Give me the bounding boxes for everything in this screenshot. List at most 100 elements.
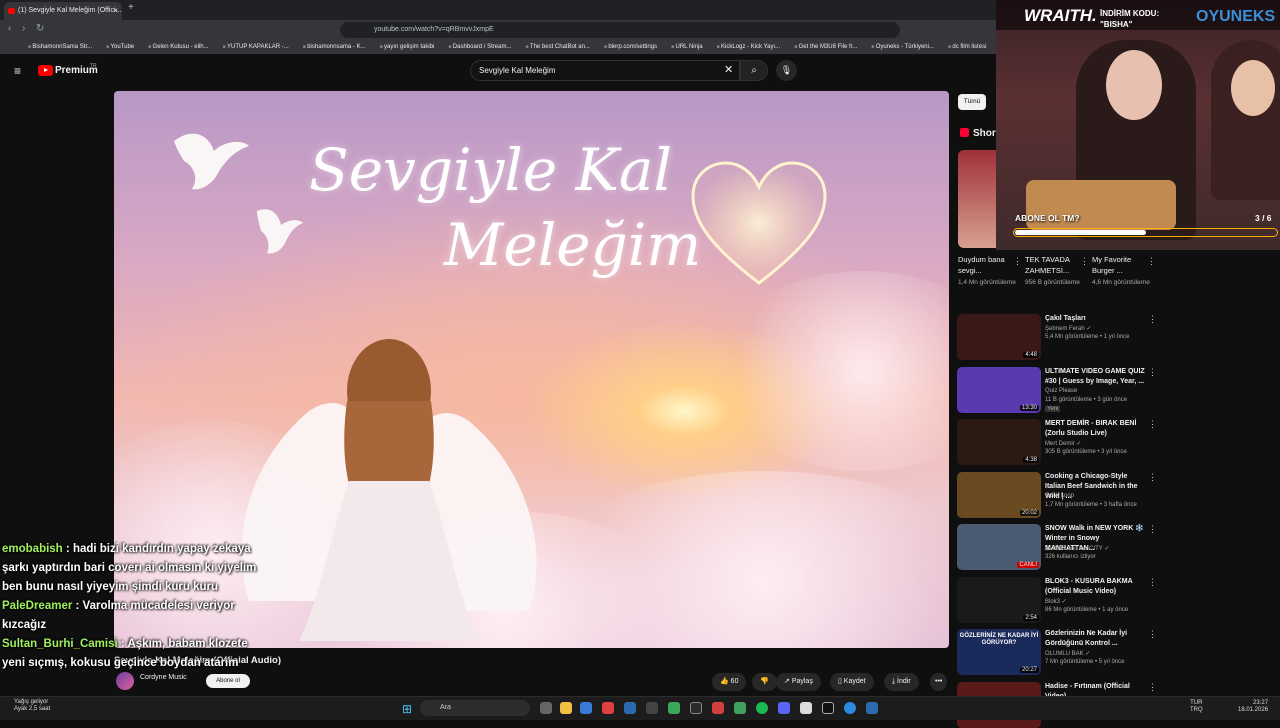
- task-view-icon[interactable]: [540, 702, 552, 714]
- bookmark-item[interactable]: blerp.com/settings: [604, 44, 657, 50]
- recommendation-item[interactable]: 13:30 ULTIMATE VIDEO GAME QUIZ #30 | Gues…: [957, 366, 1157, 413]
- steam-icon[interactable]: [866, 702, 878, 714]
- url-input[interactable]: youtube.com/watch?v=qRBmvvJxmpE: [340, 22, 900, 38]
- forward-icon[interactable]: ›: [22, 23, 25, 34]
- short-more-icon[interactable]: ⋮: [1080, 256, 1089, 267]
- recommendation-thumbnail[interactable]: 20:02: [957, 471, 1041, 518]
- recommendation-item[interactable]: CANLI SNOW Walk in NEW YORK ❄️ Winter in …: [957, 524, 1157, 570]
- bookmark-item[interactable]: yayın gelişim takibi: [380, 44, 434, 50]
- more-options-icon[interactable]: ⋮: [1148, 577, 1157, 588]
- taskbar-clock[interactable]: 23:27 18.01.2026: [1238, 700, 1268, 714]
- edge-icon[interactable]: [844, 702, 856, 714]
- more-options-icon[interactable]: ⋮: [1148, 472, 1157, 483]
- chip-all[interactable]: Tümü: [958, 94, 986, 110]
- bookmark-item[interactable]: dc film listesi: [948, 44, 986, 50]
- recommendation-channel[interactable]: Şebnem Ferah ✓: [1045, 325, 1091, 332]
- short-title[interactable]: Duydum bana sevgi...: [958, 254, 1016, 276]
- share-button[interactable]: ↗ Paylaş: [776, 673, 821, 691]
- back-icon[interactable]: ‹: [8, 23, 11, 34]
- bookmark-item[interactable]: URL Ninja: [671, 44, 703, 50]
- more-options-icon[interactable]: ⋮: [1148, 524, 1157, 535]
- app-icon[interactable]: [712, 702, 724, 714]
- recommendation-thumbnail[interactable]: CANLI: [957, 524, 1041, 570]
- recommendation-item[interactable]: GÖZLERİNİZ NE KADAR İYİ GÖRÜYOR? 20:27 Göz…: [957, 629, 1157, 675]
- recommendation-item[interactable]: 4:48 Çakıl Taşları Şebnem Ferah ✓ 5,4 Mn gö…: [957, 314, 1157, 360]
- bookmark-item[interactable]: Oyuneks - Türkiyeni...: [871, 44, 934, 50]
- recommendation-channel[interactable]: Mert Demir ✓: [1045, 440, 1081, 447]
- tab-close-icon[interactable]: ×: [113, 2, 118, 20]
- dislike-button[interactable]: 👎: [752, 673, 777, 691]
- more-actions-button[interactable]: •••: [930, 673, 948, 691]
- terminal-icon[interactable]: [646, 702, 658, 714]
- more-options-icon[interactable]: ⋮: [1148, 682, 1157, 693]
- recommendation-channel[interactable]: Blok3 ✓: [1045, 598, 1067, 605]
- bookmark-item[interactable]: KickLogz - Kick Yayı...: [717, 44, 780, 50]
- recommendation-title[interactable]: Çakıl Taşları: [1045, 314, 1149, 324]
- reload-icon[interactable]: ↻: [36, 23, 44, 34]
- recommendation-item[interactable]: 4:38 MERT DEMİR - BIRAK BENİ (Zorlu Studi…: [957, 419, 1157, 465]
- spotify-icon[interactable]: [756, 702, 768, 714]
- bookmark-item[interactable]: BishamonnSama Str...: [28, 44, 92, 50]
- subscribe-button[interactable]: Abone ol: [206, 674, 250, 688]
- bookmark-item[interactable]: bishamonnsama - K...: [303, 44, 365, 50]
- voice-search-icon[interactable]: 🎙: [776, 60, 797, 81]
- cloud-shape: [714, 271, 949, 471]
- bookmark-item[interactable]: YUTUP KAPAKLAR -...: [223, 44, 289, 50]
- taskbar-search[interactable]: Ara: [420, 700, 530, 716]
- recommendation-thumbnail[interactable]: 2:54: [957, 576, 1041, 623]
- short-more-icon[interactable]: ⋮: [1147, 256, 1156, 267]
- recommendation-channel[interactable]: Quiz Please: [1045, 388, 1077, 394]
- recommendation-channel[interactable]: WALKS and the CITY ✓: [1045, 545, 1109, 552]
- search-button[interactable]: ⌕: [740, 60, 768, 81]
- bookmark-item[interactable]: The best ChatBot an...: [525, 44, 590, 50]
- recommendation-thumbnail[interactable]: GÖZLERİNİZ NE KADAR İYİ GÖRÜYOR? 20:27: [957, 629, 1041, 675]
- search-input[interactable]: Sevgiyle Kal Meleğim: [470, 60, 740, 81]
- more-options-icon[interactable]: ⋮: [1148, 419, 1157, 430]
- download-label: İndir: [897, 678, 911, 685]
- steam-icon[interactable]: [624, 702, 636, 714]
- hamburger-menu-icon[interactable]: ≡: [14, 64, 21, 78]
- short-title[interactable]: My Favorite Burger ...: [1092, 254, 1150, 276]
- language-indicator[interactable]: TUR TRQ: [1190, 700, 1203, 714]
- more-options-icon[interactable]: ⋮: [1148, 367, 1157, 378]
- recommendation-item[interactable]: 20:02 Cooking a Chicago-Style Italian Bee…: [957, 471, 1157, 518]
- capcut-icon[interactable]: [822, 702, 834, 714]
- recommendation-channel[interactable]: OLUMLU BAK ✓: [1045, 650, 1090, 657]
- more-options-icon[interactable]: ⋮: [1148, 314, 1157, 325]
- recommendation-channel[interactable]: Cook Loop: [1045, 493, 1074, 499]
- xbox-icon[interactable]: [668, 702, 680, 714]
- brave-browser-icon[interactable]: [602, 702, 614, 714]
- bookmark-item[interactable]: YouTube: [106, 44, 135, 50]
- start-button-icon[interactable]: ⊞: [402, 702, 412, 716]
- app-icon[interactable]: [734, 702, 746, 714]
- weather-widget[interactable]: Yağış geliyor Ayak 2,5 saat: [14, 699, 50, 713]
- bookmark-item[interactable]: Dashboard / Stream...: [448, 44, 512, 50]
- recommendation-title[interactable]: ULTIMATE VIDEO GAME QUIZ #30 | Guess by …: [1045, 367, 1149, 387]
- save-button[interactable]: ▯ Kaydet: [830, 673, 874, 691]
- short-more-icon[interactable]: ⋮: [1013, 256, 1022, 267]
- recommendation-thumbnail[interactable]: 13:30: [957, 366, 1041, 413]
- notepad-icon[interactable]: [800, 702, 812, 714]
- recommendation-thumbnail[interactable]: 4:48: [957, 314, 1041, 360]
- more-options-icon[interactable]: ⋮: [1148, 629, 1157, 640]
- new-tab-button[interactable]: +: [128, 2, 134, 13]
- discord-icon[interactable]: [778, 702, 790, 714]
- clear-search-icon[interactable]: ✕: [724, 63, 733, 76]
- bookmark-item[interactable]: Get the M3U8 File fr...: [794, 44, 858, 50]
- recommendation-title[interactable]: Gözlerinizin Ne Kadar İyi Gördüğünü Kont…: [1045, 629, 1149, 649]
- file-explorer-icon[interactable]: [560, 702, 572, 714]
- bookmark-item[interactable]: Gelen Kutusu - eilh...: [148, 44, 209, 50]
- recommendation-item[interactable]: 2:54 BLOK3 - KUSURA BAKMA (Official Music…: [957, 576, 1157, 623]
- browser-tab[interactable]: (1) Sevgiyle Kal Meleğim (Offici... ×: [4, 2, 122, 20]
- download-button[interactable]: ⤓ İndir: [884, 673, 919, 691]
- channel-avatar[interactable]: [116, 672, 134, 690]
- channel-name[interactable]: Cordyne Music: [140, 674, 187, 681]
- youtube-logo-icon[interactable]: [38, 65, 53, 76]
- obs-icon[interactable]: [690, 702, 702, 714]
- mail-icon[interactable]: [580, 702, 592, 714]
- recommendation-title[interactable]: BLOK3 - KUSURA BAKMA (Official Music Vid…: [1045, 577, 1149, 597]
- recommendation-thumbnail[interactable]: 4:38: [957, 419, 1041, 465]
- short-title[interactable]: TEK TAVADA ZAHMETSİ...: [1025, 254, 1083, 276]
- recommendation-title[interactable]: MERT DEMİR - BIRAK BENİ (Zorlu Studio Li…: [1045, 419, 1149, 439]
- like-button[interactable]: 👍 60: [712, 673, 747, 691]
